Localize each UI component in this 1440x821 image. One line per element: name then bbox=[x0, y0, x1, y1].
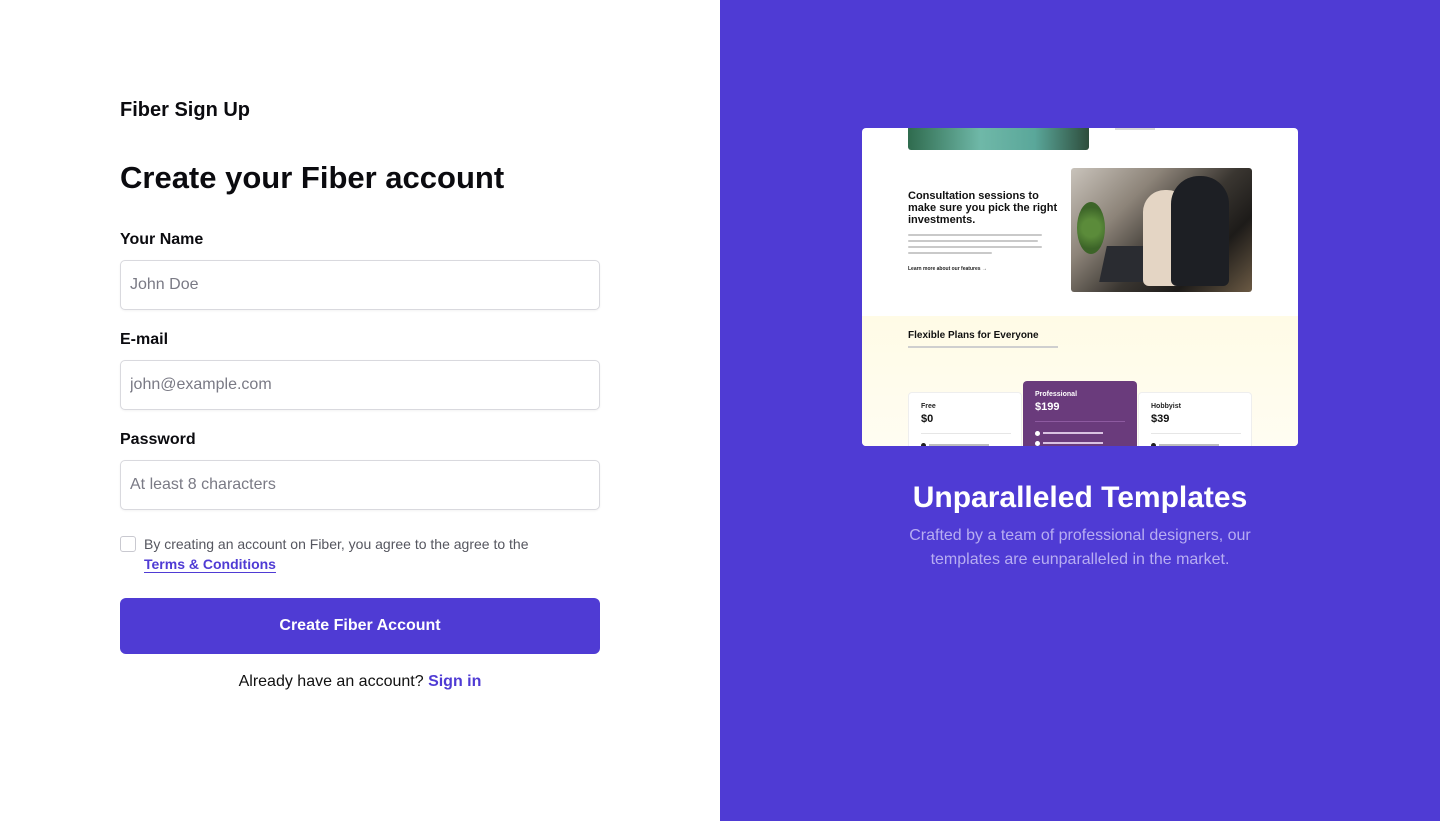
promo-title: Unparalleled Templates bbox=[912, 481, 1248, 514]
password-input[interactable] bbox=[120, 460, 600, 510]
plan-name: Professional bbox=[1035, 391, 1078, 398]
preview-text-line bbox=[908, 240, 1038, 242]
plan-feature-line bbox=[929, 444, 989, 446]
signup-page: Fiber Sign Up Create your Fiber account … bbox=[0, 0, 1440, 821]
plan-price: $199 bbox=[1035, 401, 1060, 413]
plan-feature-line bbox=[1043, 432, 1103, 434]
signup-panel: Fiber Sign Up Create your Fiber account … bbox=[0, 0, 720, 821]
preview-learn-more: Learn more about our features → bbox=[908, 266, 987, 272]
preview-plan-card: Free $0 bbox=[908, 392, 1022, 446]
password-label: Password bbox=[120, 431, 196, 448]
terms-text: By creating an account on Fiber, you agr… bbox=[144, 534, 528, 574]
preview-text-line bbox=[908, 246, 1042, 248]
plan-bullet-icon bbox=[1035, 431, 1040, 436]
preview-plans-title: Flexible Plans for Everyone bbox=[908, 330, 1039, 341]
promo-panel: Consultation sessions to make sure you p… bbox=[720, 0, 1440, 821]
plan-bullet-icon bbox=[1035, 441, 1040, 446]
signin-row: Already have an account? Sign in bbox=[120, 672, 600, 692]
plan-bullet-icon bbox=[1151, 443, 1156, 446]
signin-link[interactable]: Sign in bbox=[428, 673, 481, 690]
preview-pool-photo bbox=[908, 128, 1089, 150]
name-input[interactable] bbox=[120, 260, 600, 310]
preview-plan-card: Professional $199 bbox=[1023, 381, 1137, 446]
signin-prompt: Already have an account? bbox=[238, 673, 424, 690]
terms-link[interactable]: Terms & Conditions bbox=[144, 556, 276, 572]
email-input[interactable] bbox=[120, 360, 600, 410]
plan-feature-line bbox=[1159, 444, 1219, 446]
preview-section-title: Consultation sessions to make sure you p… bbox=[908, 190, 1058, 226]
terms-statement: By creating an account on Fiber, you agr… bbox=[144, 536, 529, 552]
promo-description: Crafted by a team of professional design… bbox=[909, 527, 1251, 568]
create-account-button[interactable]: Create Fiber Account bbox=[120, 598, 600, 654]
plan-divider bbox=[921, 433, 1011, 434]
template-preview-image: Consultation sessions to make sure you p… bbox=[862, 128, 1298, 446]
preview-plans-section: Flexible Plans for Everyone Free $0 Prof… bbox=[862, 316, 1298, 446]
plan-divider bbox=[1151, 433, 1241, 434]
plan-feature-line bbox=[1043, 442, 1103, 444]
terms-row: By creating an account on Fiber, you agr… bbox=[120, 534, 600, 574]
plan-bullet-icon bbox=[921, 443, 926, 446]
plan-price: $0 bbox=[921, 413, 934, 425]
email-label: E-mail bbox=[120, 331, 169, 348]
signup-form: Fiber Sign Up Create your Fiber account … bbox=[120, 98, 600, 692]
preview-text-line bbox=[908, 234, 1042, 236]
preview-plan-card: Hobbyist $39 bbox=[1138, 392, 1252, 446]
plan-divider bbox=[1035, 421, 1125, 422]
plan-price: $39 bbox=[1151, 413, 1170, 425]
preview-divider bbox=[1115, 128, 1155, 130]
preview-plans-subtitle bbox=[908, 346, 1058, 348]
photo-plant bbox=[1077, 202, 1105, 254]
terms-checkbox[interactable] bbox=[120, 536, 136, 552]
photo-person bbox=[1171, 176, 1229, 286]
page-title: Create your Fiber account bbox=[120, 160, 505, 195]
plan-name: Free bbox=[921, 403, 936, 410]
name-label: Your Name bbox=[120, 231, 204, 248]
preview-text-line bbox=[908, 252, 992, 254]
plan-name: Hobbyist bbox=[1151, 403, 1181, 410]
brand-title: Fiber Sign Up bbox=[120, 99, 250, 121]
preview-meeting-photo bbox=[1071, 168, 1252, 292]
